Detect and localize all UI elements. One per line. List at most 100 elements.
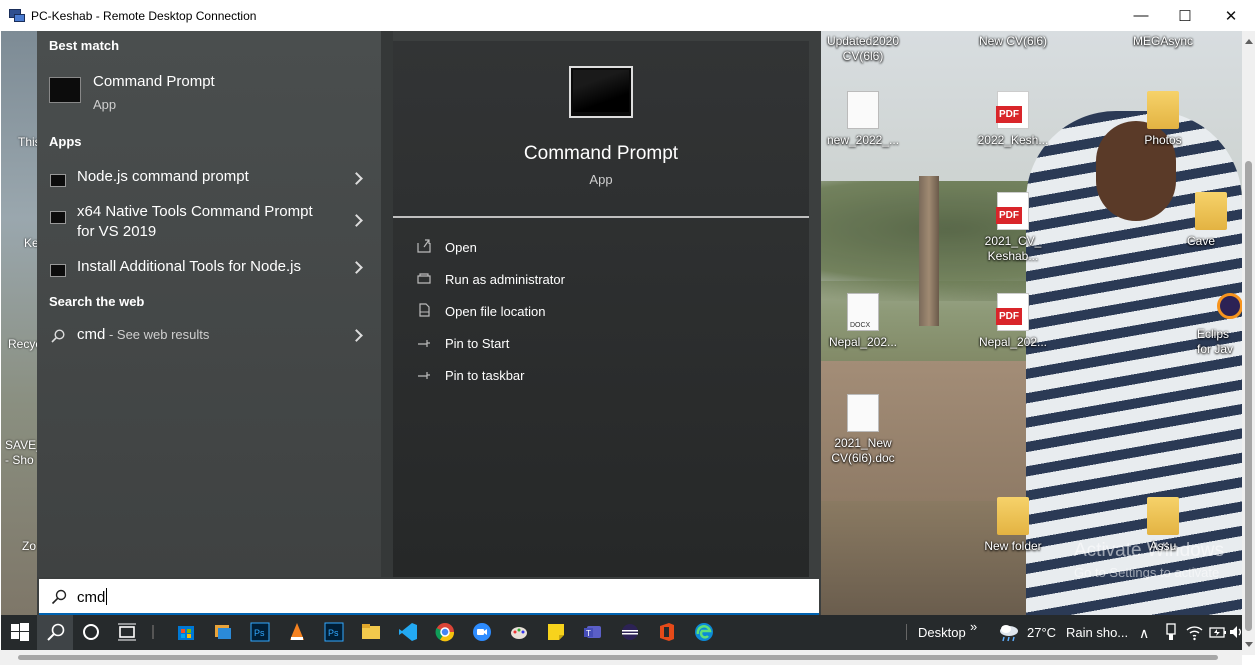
- eclipse-icon[interactable]: [620, 622, 640, 642]
- weather-temperature[interactable]: 27°C: [1027, 625, 1056, 640]
- desktop-icon[interactable]: Cave: [1187, 192, 1237, 249]
- console-icon: [50, 174, 66, 187]
- preview-pane: Command Prompt App Open Run as administr…: [393, 41, 809, 577]
- desktop-icon[interactable]: MEGAsync: [1125, 34, 1201, 49]
- scroll-thumb[interactable]: [18, 655, 1218, 660]
- preview-kind: App: [589, 172, 613, 187]
- desktop-icon[interactable]: Photos: [1125, 91, 1201, 148]
- scroll-down-arrow[interactable]: [1245, 642, 1253, 647]
- folder-icon: [1195, 192, 1227, 230]
- remote-app-icon[interactable]: [213, 622, 233, 642]
- taskbar: Ps Ps T Desktop » 27°C Rain sho... ∧: [1, 615, 1242, 650]
- desktop-icon-label[interactable]: Zo: [22, 539, 36, 553]
- pdf-icon: [996, 192, 1029, 230]
- show-hidden-icons-chevron[interactable]: ∧: [1139, 625, 1149, 642]
- search-box[interactable]: cmd: [39, 579, 819, 615]
- chevron-right-icon[interactable]: [350, 329, 363, 342]
- desktop-icon[interactable]: Nepal_202...: [825, 293, 901, 350]
- vlc-icon[interactable]: [287, 622, 307, 642]
- minimize-button[interactable]: —: [1118, 0, 1164, 31]
- office-icon[interactable]: [657, 622, 677, 642]
- best-match-header: Best match: [49, 38, 120, 53]
- desktop-icon-label[interactable]: - Sho: [5, 453, 34, 467]
- apps-header: Apps: [49, 134, 82, 149]
- desktop-icon[interactable]: 2021_New CV(6l6).doc: [825, 394, 901, 466]
- chevron-right-icon[interactable]: [350, 261, 363, 274]
- svg-text:Ps: Ps: [328, 628, 339, 638]
- search-taskbar-button[interactable]: [37, 615, 73, 650]
- close-button[interactable]: ✕: [1208, 0, 1254, 31]
- maximize-button[interactable]: ☐: [1162, 0, 1208, 31]
- paint-icon[interactable]: [509, 622, 529, 642]
- start-menu: Best match Command Prompt App Apps Node.…: [37, 31, 821, 615]
- pdf-icon: [996, 293, 1029, 331]
- windows-start-icon[interactable]: [10, 622, 30, 642]
- folder-icon: [997, 497, 1029, 535]
- photoshop-icon[interactable]: Ps: [324, 622, 344, 642]
- toolbar-more-button[interactable]: »: [970, 619, 977, 634]
- chevron-right-icon[interactable]: [350, 172, 363, 185]
- teams-icon[interactable]: T: [583, 622, 603, 642]
- chevron-right-icon[interactable]: [350, 214, 363, 227]
- store-icon[interactable]: [176, 622, 196, 642]
- desktop-icon[interactable]: Updated2020 CV(6l6): [825, 34, 901, 64]
- vertical-scrollbar[interactable]: [1242, 31, 1255, 655]
- best-match-kind: App: [93, 97, 117, 112]
- battery-charging-icon[interactable]: [1209, 622, 1227, 642]
- search-icon: [51, 329, 65, 343]
- activation-watermark-subtitle: Go to Settings to activate: [1074, 565, 1220, 580]
- console-icon: [50, 264, 66, 277]
- horizontal-scrollbar[interactable]: [0, 650, 1242, 665]
- eclipse-icon: [1217, 293, 1242, 319]
- cortana-icon[interactable]: [81, 622, 101, 642]
- console-icon: [50, 211, 66, 224]
- app-result-nodejs-prompt[interactable]: Node.js command prompt: [37, 163, 381, 197]
- photoshop-icon[interactable]: Ps: [250, 622, 270, 642]
- scroll-thumb[interactable]: [1245, 161, 1252, 631]
- pdf-icon: [996, 91, 1029, 129]
- weather-rain-icon[interactable]: [997, 622, 1021, 642]
- web-search-result[interactable]: cmd - See web results: [37, 323, 381, 357]
- activation-watermark-title: Activate Windows: [1074, 540, 1224, 561]
- desktop-icon[interactable]: new_2022_...: [825, 91, 901, 148]
- desktop-icon[interactable]: New CV(6l6): [975, 34, 1051, 49]
- desktop-icon[interactable]: Eclips for Jav: [1197, 293, 1242, 357]
- action-pin-to-taskbar[interactable]: Pin to taskbar: [413, 363, 793, 389]
- search-input[interactable]: cmd: [77, 588, 108, 606]
- open-icon: [417, 239, 431, 253]
- file-explorer-icon[interactable]: [361, 622, 381, 642]
- app-result-x64-native-tools[interactable]: x64 Native Tools Command Prompt for VS 2…: [37, 199, 381, 245]
- window-title: PC-Keshab - Remote Desktop Connection: [31, 8, 257, 23]
- preview-title: Command Prompt: [523, 143, 679, 164]
- vscode-icon[interactable]: [398, 622, 418, 642]
- svg-text:T: T: [586, 629, 591, 638]
- volume-icon[interactable]: [1229, 622, 1243, 642]
- action-open-file-location[interactable]: Open file location: [413, 299, 793, 325]
- sticky-notes-icon[interactable]: [546, 622, 566, 642]
- zoom-icon[interactable]: [472, 622, 492, 642]
- action-pin-to-start[interactable]: Pin to Start: [413, 331, 793, 357]
- action-open[interactable]: Open: [413, 235, 793, 261]
- edge-icon[interactable]: [694, 622, 714, 642]
- action-run-as-admin[interactable]: Run as administrator: [413, 267, 793, 293]
- scroll-up-arrow[interactable]: [1245, 39, 1253, 44]
- task-view-icon[interactable]: [117, 622, 137, 642]
- desktop-icon[interactable]: 2021_CV_ Keshab...: [975, 192, 1051, 264]
- pin-icon: [418, 340, 430, 347]
- chrome-icon[interactable]: [435, 622, 455, 642]
- folder-icon: [1147, 497, 1179, 535]
- weather-condition[interactable]: Rain sho...: [1066, 625, 1128, 640]
- usb-device-icon[interactable]: [1163, 622, 1179, 642]
- window-titlebar: PC-Keshab - Remote Desktop Connection — …: [0, 0, 1255, 31]
- app-result-install-node-tools[interactable]: Install Additional Tools for Node.js: [37, 255, 381, 289]
- shield-icon: [417, 273, 431, 284]
- desktop-toolbar-label[interactable]: Desktop: [918, 625, 966, 640]
- best-match-item[interactable]: Command Prompt App: [37, 65, 381, 117]
- wifi-icon[interactable]: [1186, 622, 1203, 642]
- remote-desktop-icon: [9, 8, 25, 24]
- desktop-icon[interactable]: 2022_Kesh...: [975, 91, 1051, 148]
- desktop-icon[interactable]: New folder: [975, 497, 1051, 554]
- results-pane: Best match Command Prompt App Apps Node.…: [37, 31, 381, 577]
- file-location-icon: [419, 303, 430, 317]
- desktop-icon[interactable]: Nepal_202...: [975, 293, 1051, 350]
